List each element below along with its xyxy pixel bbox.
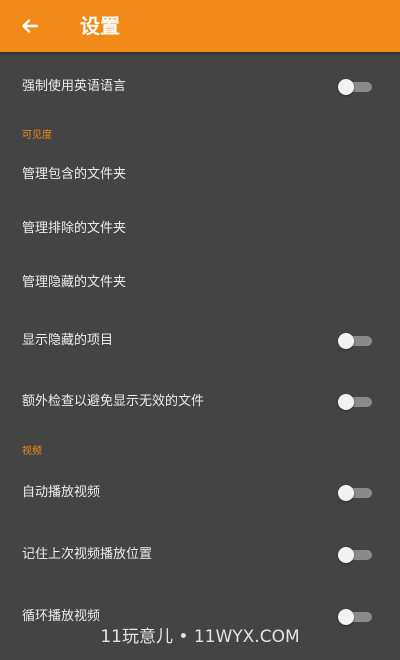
setting-extra-file-check[interactable]: 额外检查以避免显示无效的文件 [0, 385, 400, 419]
setting-autoplay-video[interactable]: 自动播放视频 [0, 476, 400, 510]
setting-force-english[interactable]: 强制使用英语语言 [0, 70, 400, 104]
setting-label: 强制使用英语语言 [22, 79, 127, 94]
section-header-visibility: 可见度 [22, 130, 52, 141]
setting-label: 显示隐藏的项目 [22, 333, 114, 348]
loop-video-toggle[interactable] [338, 609, 374, 625]
setting-manage-hidden-folders[interactable]: 管理隐藏的文件夹 [0, 266, 400, 300]
setting-label: 管理排除的文件夹 [22, 221, 127, 236]
toggle-thumb [338, 609, 354, 625]
setting-manage-included-folders[interactable]: 管理包含的文件夹 [0, 158, 400, 192]
settings-screen: 设置 强制使用英语语言 可见度 管理包含的文件夹 管理排除的文件夹 管理隐藏的文… [0, 0, 400, 660]
page-title: 设置 [80, 14, 120, 38]
setting-label: 额外检查以避免显示无效的文件 [22, 394, 205, 409]
force-english-toggle[interactable] [338, 79, 374, 95]
extra-check-toggle[interactable] [338, 394, 374, 410]
autoplay-video-toggle[interactable] [338, 485, 374, 501]
setting-manage-excluded-folders[interactable]: 管理排除的文件夹 [0, 212, 400, 246]
watermark: 11玩意儿 • 11WYX.COM [100, 627, 300, 647]
toggle-thumb [338, 394, 354, 410]
back-button[interactable] [12, 8, 48, 44]
setting-show-hidden-items[interactable]: 显示隐藏的项目 [0, 324, 400, 358]
remember-position-toggle[interactable] [338, 547, 374, 563]
toggle-thumb [338, 79, 354, 95]
arrow-left-icon [22, 19, 39, 33]
toggle-thumb [338, 485, 354, 501]
toggle-thumb [338, 333, 354, 349]
setting-label: 循环播放视频 [22, 609, 101, 624]
section-header-video: 视频 [22, 446, 42, 457]
toggle-thumb [338, 547, 354, 563]
setting-label: 管理包含的文件夹 [22, 167, 127, 182]
setting-label: 自动播放视频 [22, 485, 101, 500]
setting-label: 管理隐藏的文件夹 [22, 275, 127, 290]
setting-remember-playback-position[interactable]: 记住上次视频播放位置 [0, 538, 400, 572]
app-bar: 设置 [0, 0, 400, 52]
setting-label: 记住上次视频播放位置 [22, 547, 153, 562]
show-hidden-toggle[interactable] [338, 333, 374, 349]
